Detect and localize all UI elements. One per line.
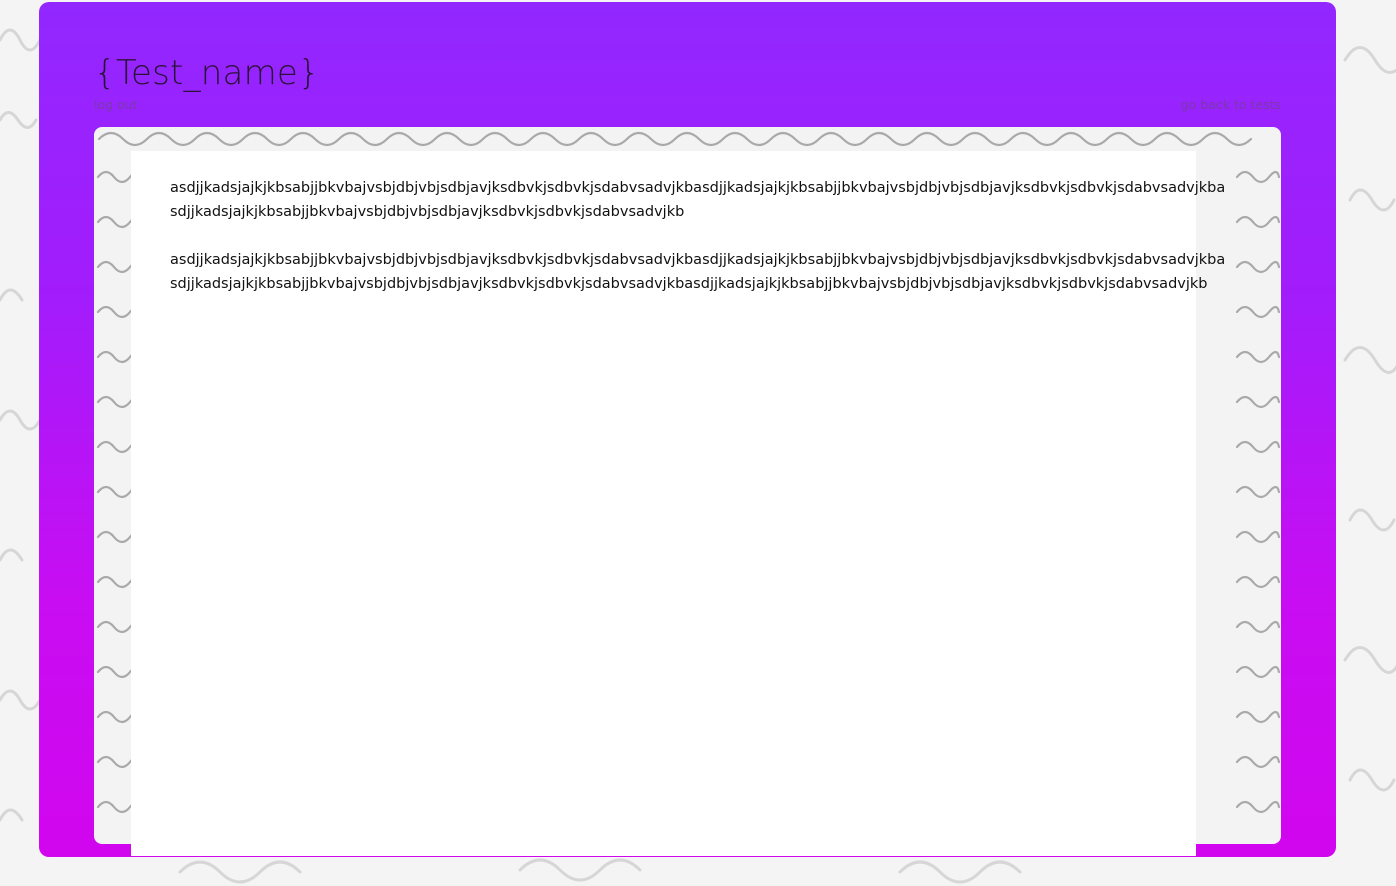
- content-paragraph: asdjjkadsjajkjkbsabjjbkvbajvsbjdbjvbjsdb…: [170, 180, 1226, 220]
- content-body: asdjjkadsjajkjkbsabjjbkvbajvsbjdbjvbjsdb…: [170, 176, 1232, 320]
- back-to-tests-link[interactable]: go back to tests: [1181, 96, 1281, 114]
- page-title: {Test_name}: [94, 53, 320, 93]
- content-paragraph: asdjjkadsjajkjkbsabjjbkvbajvsbjdbjvbjsdb…: [170, 252, 1226, 292]
- logout-link[interactable]: log out: [94, 96, 138, 114]
